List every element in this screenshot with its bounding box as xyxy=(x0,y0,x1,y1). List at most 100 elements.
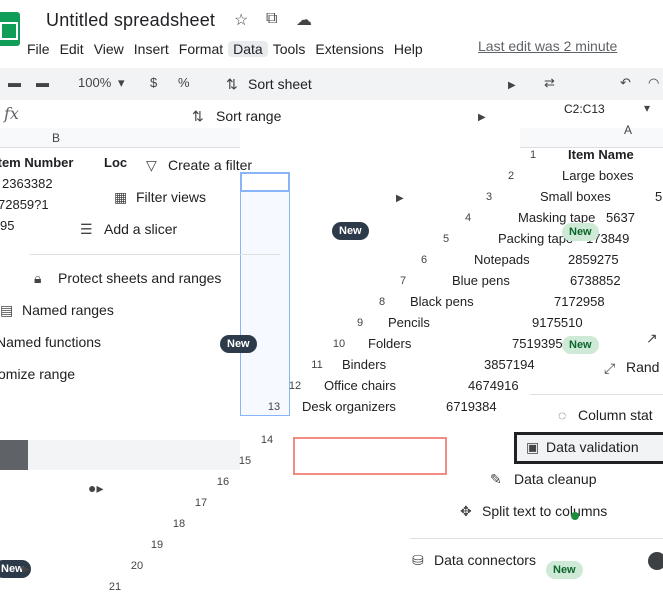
menu-item-split-text[interactable]: Split text to columns xyxy=(482,503,607,519)
menu-tools[interactable]: Tools xyxy=(268,41,311,57)
menu-item-data-validation[interactable]: Data validation xyxy=(546,439,639,455)
sort-range-icon: ⇅ xyxy=(192,108,204,124)
row-number[interactable]: 14 xyxy=(254,434,280,446)
menu-format[interactable]: Format xyxy=(174,41,228,57)
cell-item-name[interactable]: Pencils xyxy=(388,315,430,330)
menu-item-create-filter[interactable]: Create a filter xyxy=(168,157,252,173)
menu-item-protect-sheets[interactable]: Protect sheets and ranges xyxy=(58,270,221,286)
sort-sheet-icon: ⇅ xyxy=(226,76,238,92)
paint-format-icon[interactable]: ▬ xyxy=(36,75,49,90)
menu-item-named-ranges[interactable]: Named ranges xyxy=(22,302,114,318)
collapse-icon[interactable]: ◠ xyxy=(648,75,659,91)
cell-item-name[interactable]: Large boxes xyxy=(562,168,634,183)
menu-item-randomize[interactable]: Rand xyxy=(626,359,659,375)
cell-item-number[interactable]: 7172958 xyxy=(554,294,605,309)
cell-item-number[interactable]: 6738852 xyxy=(570,273,621,288)
row-number[interactable]: 15 xyxy=(232,455,258,467)
currency-format-button[interactable]: $ xyxy=(150,75,157,90)
back-cell[interactable]: 95 xyxy=(0,218,14,233)
menu-edit[interactable]: Edit xyxy=(55,41,89,57)
selected-range-top xyxy=(240,172,290,192)
lock-icon: 🔒︎ xyxy=(34,270,42,286)
row-header-marker xyxy=(0,440,28,470)
cell-item-name[interactable]: Folders xyxy=(368,336,411,351)
menu-item-filter-views[interactable]: Filter views xyxy=(136,189,206,205)
cell-item-number[interactable]: 9175510 xyxy=(532,315,583,330)
undo-icon[interactable]: ↶ xyxy=(620,75,631,91)
percent-format-button[interactable]: % xyxy=(178,75,190,90)
row-number[interactable]: 12 xyxy=(282,380,308,392)
print-icon[interactable]: ▬ xyxy=(8,75,21,90)
menu-view[interactable]: View xyxy=(89,41,129,57)
back-cell[interactable]: 72859?1 xyxy=(0,197,49,212)
menu-insert[interactable]: Insert xyxy=(129,41,174,57)
row-number[interactable]: 4 xyxy=(455,212,481,224)
row-number[interactable]: 17 xyxy=(188,497,214,509)
row-number[interactable]: 9 xyxy=(347,317,373,329)
row-number[interactable]: 10 xyxy=(326,338,352,350)
new-badge: New xyxy=(546,561,583,579)
submenu-arrow-icon: ▶ xyxy=(22,564,30,575)
menu-item-data-connectors[interactable]: Data connectors xyxy=(434,552,536,568)
cell-item-number[interactable]: 5 xyxy=(655,189,662,204)
cell-item-name[interactable]: Binders xyxy=(342,357,386,372)
zoom-select[interactable]: 100% xyxy=(78,75,111,90)
row-number[interactable]: 3 xyxy=(476,191,502,203)
cell-item-name[interactable]: Small boxes xyxy=(540,189,611,204)
last-edit-link[interactable]: Last edit was 2 minute xyxy=(478,38,617,54)
document-title[interactable]: Untitled spreadsheet xyxy=(46,10,215,31)
cell-item-number[interactable]: 6719384 xyxy=(446,399,497,414)
menu-extensions[interactable]: Extensions xyxy=(310,41,388,57)
menu-item-column-stats[interactable]: Column stat xyxy=(578,407,653,423)
name-box-dropdown-icon[interactable]: ▾ xyxy=(644,101,650,115)
row-number[interactable]: 7 xyxy=(390,275,416,287)
menu-help[interactable]: Help xyxy=(389,41,428,57)
menu-item-named-functions[interactable]: Named functions xyxy=(0,334,101,350)
menu-data[interactable]: Data xyxy=(228,41,268,57)
zoom-dropdown-icon[interactable]: ▾ xyxy=(118,75,125,91)
menu-item-randomize-range[interactable]: omize range xyxy=(0,366,75,382)
cell-item-number[interactable]: 3857194 xyxy=(484,357,535,372)
cell-item-name[interactable]: Desk organizers xyxy=(302,399,396,414)
row-number[interactable]: 2 xyxy=(498,170,524,182)
data-validation-icon: ▣ xyxy=(526,439,540,455)
row-number[interactable]: 18 xyxy=(166,518,192,530)
back-header-item-number[interactable]: Item Number xyxy=(0,155,73,170)
cell-item-name[interactable]: Notepads xyxy=(474,252,530,267)
menu-item-sort-sheet[interactable]: Sort sheet xyxy=(248,76,312,92)
row-number[interactable]: 5 xyxy=(433,233,459,245)
toolbar-more-icon[interactable]: ⇄ xyxy=(544,75,555,91)
database-icon: ⛁ xyxy=(412,552,424,568)
column-header-a[interactable]: A xyxy=(624,123,632,137)
row-number[interactable]: 13 xyxy=(261,401,287,413)
cell-item-name[interactable]: Blue pens xyxy=(452,273,510,288)
row-number[interactable]: 20 xyxy=(124,560,150,572)
menu-item-add-slicer[interactable]: Add a slicer xyxy=(104,221,177,237)
row-number[interactable]: 6 xyxy=(411,254,437,266)
menu-item-sort-range[interactable]: Sort range xyxy=(216,108,281,124)
move-to-folder-icon[interactable]: ⧉ xyxy=(266,10,277,28)
cell-item-number[interactable]: 2859275 xyxy=(568,252,619,267)
star-icon[interactable]: ☆ xyxy=(234,10,248,30)
back-cell[interactable]: 2363382 xyxy=(2,176,53,191)
column-header-b[interactable]: B xyxy=(52,131,60,145)
cell-item-name[interactable]: Black pens xyxy=(410,294,474,309)
header-item-name[interactable]: Item Name xyxy=(568,147,634,162)
cloud-status-icon[interactable]: ☁ xyxy=(296,10,312,30)
row-number[interactable]: 1 xyxy=(520,149,546,161)
back-header-loc[interactable]: Loc xyxy=(104,155,127,170)
explore-icon[interactable] xyxy=(648,552,663,570)
row-number[interactable]: 16 xyxy=(210,476,236,488)
cell-item-name[interactable]: Office chairs xyxy=(324,378,396,393)
row-number[interactable]: 8 xyxy=(369,296,395,308)
filter-views-icon: ▦ xyxy=(114,189,128,205)
cell-item-number[interactable]: 5637 xyxy=(606,210,635,225)
row-number[interactable]: 19 xyxy=(144,539,170,551)
cell-item-number[interactable]: 7519395 xyxy=(512,336,563,351)
row-number[interactable]: 21 xyxy=(102,581,128,593)
cell-item-number[interactable]: 4674916 xyxy=(468,378,519,393)
menu-file[interactable]: File xyxy=(22,41,55,57)
row-number[interactable]: 11 xyxy=(304,359,330,371)
menu-item-data-cleanup[interactable]: Data cleanup xyxy=(514,471,597,487)
collapse-arrow-icon[interactable]: ●▸ xyxy=(88,480,103,497)
